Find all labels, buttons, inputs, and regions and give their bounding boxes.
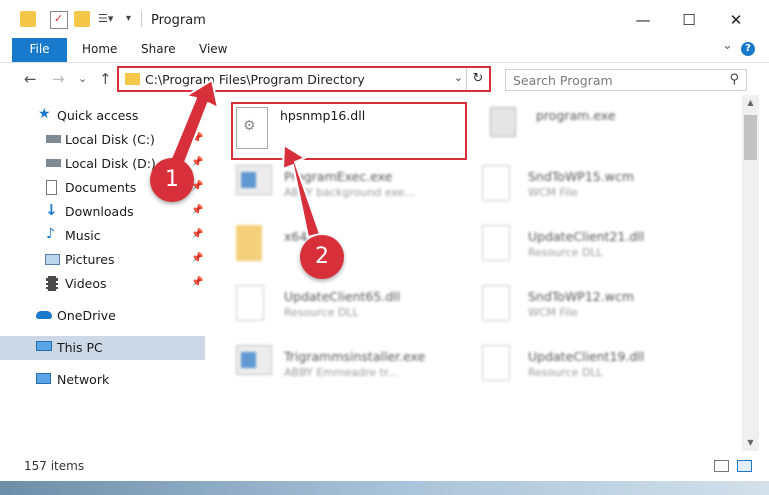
arrow-1 — [167, 79, 219, 171]
arrow-2 — [282, 144, 321, 238]
annotation-arrows — [167, 79, 321, 238]
step-2-badge: 2 — [300, 235, 344, 279]
file-explorer-window: ✓ ☰▾ ▾ Program — ☐ ✕ File Home Share Vie… — [0, 0, 769, 495]
step-1-badge: 1 — [150, 158, 194, 202]
